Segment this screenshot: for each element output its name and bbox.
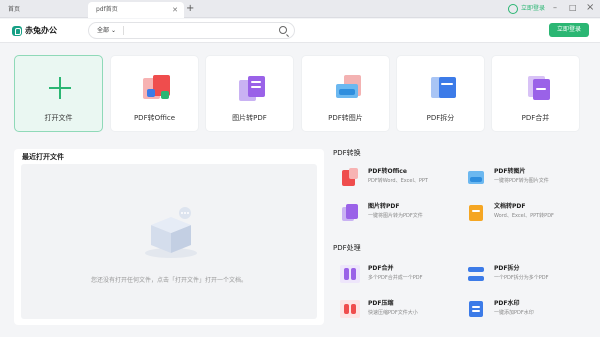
- tab-pdf-home-label: pdf首页: [96, 6, 118, 13]
- card-label: PDF拆分: [426, 114, 455, 122]
- tool-pdf-merge[interactable]: PDF合并 多个PDF合并成一个PDF: [333, 262, 453, 286]
- pdf-merge-icon: [522, 73, 554, 101]
- pdf-to-office-card[interactable]: PDF转Office: [110, 55, 199, 132]
- doc-to-pdf-icon: [466, 202, 486, 222]
- tool-title: PDF压缩: [368, 300, 394, 307]
- tool-title: PDF转图片: [494, 168, 526, 175]
- close-window-button[interactable]: ×: [586, 2, 594, 14]
- chevron-down-icon: ⌄: [110, 27, 116, 34]
- image-to-pdf-card[interactable]: 图片转PDF: [205, 55, 294, 132]
- tool-pdf-compress[interactable]: PDF压缩 快速压缩PDF文件大小: [333, 297, 453, 321]
- feature-cards: 打开文件 PDF转Office 图片转PDF PDF转图片 PDF拆分 PDF合…: [14, 55, 586, 132]
- tool-title: PDF合并: [368, 265, 394, 272]
- tool-desc: PDF转Word、Excel、PPT: [368, 178, 428, 184]
- tool-image-to-pdf[interactable]: 图片转PDF 一键将图片转为PDF文件: [333, 200, 453, 224]
- maximize-button[interactable]: □: [569, 2, 577, 14]
- card-label: 图片转PDF: [232, 114, 267, 122]
- title-bar: 首页 pdf首页 ✕ + 立即登录 – □ ×: [0, 0, 600, 18]
- empty-message: 您还没有打开任何文件，点击「打开文件」打开一个文档。: [90, 277, 247, 284]
- app-logo: 赤兔办公: [12, 25, 57, 36]
- tool-desc: 快速压缩PDF文件大小: [368, 310, 418, 316]
- tool-desc: 一键将PDF转为图片文件: [494, 178, 549, 184]
- tab-home[interactable]: 首页: [0, 2, 88, 18]
- logo-icon: [12, 25, 22, 36]
- tool-desc: Word、Excel、PPT转PDF: [494, 213, 554, 219]
- search-input[interactable]: [127, 24, 277, 37]
- avatar-icon: [508, 4, 518, 14]
- pdf-merge-card[interactable]: PDF合并: [491, 55, 580, 132]
- pdf-split-card[interactable]: PDF拆分: [396, 55, 485, 132]
- app-header: 赤兔办公 全部 ⌄ 立即登录: [0, 19, 600, 43]
- card-label: PDF转图片: [328, 114, 363, 122]
- new-tab-button[interactable]: +: [186, 2, 194, 16]
- tool-title: PDF拆分: [494, 265, 520, 272]
- pdf-to-image-icon: [332, 73, 364, 101]
- recent-files-list: 您还没有打开任何文件，点击「打开文件」打开一个文档。: [21, 164, 317, 319]
- plus-icon: [49, 77, 71, 99]
- pdf-merge-icon: [340, 264, 360, 284]
- image-to-pdf-icon: [236, 73, 268, 101]
- close-tab-icon[interactable]: ✕: [172, 2, 178, 18]
- top-login-label: 立即登录: [521, 5, 546, 12]
- card-label: 打开文件: [44, 114, 73, 122]
- tab-pdf-home[interactable]: pdf首页 ✕: [88, 2, 184, 18]
- pdf-split-icon: [427, 73, 459, 101]
- pdf-to-office-icon: [141, 73, 173, 101]
- search-bar: 全部 ⌄: [88, 22, 295, 39]
- divider: [123, 26, 124, 35]
- pdf-watermark-icon: [466, 299, 486, 319]
- tool-pdf-split[interactable]: PDF拆分 一个PDF拆分为多个PDF: [459, 262, 579, 286]
- login-button[interactable]: 立即登录: [549, 23, 589, 37]
- pdf-to-image-icon: [466, 167, 486, 187]
- minimize-button[interactable]: –: [553, 2, 557, 14]
- pdf-split-icon: [466, 264, 486, 284]
- recent-files-panel: 最近打开文件 您还没有打开任何文件，点击「打开文件」打开一个文档。: [14, 149, 324, 325]
- tool-desc: 一个PDF拆分为多个PDF: [494, 275, 549, 281]
- tool-desc: 一键将图片转为PDF文件: [368, 213, 423, 219]
- tool-desc: 一键添加PDF水印: [494, 310, 534, 316]
- search-icon[interactable]: [279, 26, 287, 34]
- empty-box-icon: [145, 207, 197, 258]
- tool-title: 文档转PDF: [494, 203, 526, 210]
- open-file-card[interactable]: 打开文件: [14, 55, 103, 132]
- image-to-pdf-icon: [340, 202, 360, 222]
- pdf-compress-icon: [340, 299, 360, 319]
- tool-pdf-to-image[interactable]: PDF转图片 一键将PDF转为图片文件: [459, 165, 579, 189]
- tool-desc: 多个PDF合并成一个PDF: [368, 275, 423, 281]
- search-scope-select[interactable]: 全部 ⌄: [97, 23, 116, 38]
- tool-doc-to-pdf[interactable]: 文档转PDF Word、Excel、PPT转PDF: [459, 200, 579, 224]
- tool-title: 图片转PDF: [368, 203, 400, 210]
- search-scope-label: 全部: [97, 27, 110, 34]
- tool-title: PDF转Office: [368, 168, 407, 175]
- pdf-to-office-icon: [340, 167, 360, 187]
- top-login-link[interactable]: 立即登录: [508, 3, 545, 15]
- tool-pdf-watermark[interactable]: PDF水印 一键添加PDF水印: [459, 297, 579, 321]
- tool-title: PDF水印: [494, 300, 520, 307]
- section-title-process: PDF处理: [333, 244, 361, 252]
- card-label: PDF转Office: [133, 114, 176, 122]
- section-title-convert: PDF转换: [333, 149, 361, 157]
- tab-home-label: 首页: [8, 6, 21, 13]
- recent-files-title: 最近打开文件: [22, 153, 64, 161]
- pdf-to-image-card[interactable]: PDF转图片: [301, 55, 390, 132]
- app-name: 赤兔办公: [25, 26, 57, 35]
- card-label: PDF合并: [521, 114, 550, 122]
- tool-pdf-to-office[interactable]: PDF转Office PDF转Word、Excel、PPT: [333, 165, 453, 189]
